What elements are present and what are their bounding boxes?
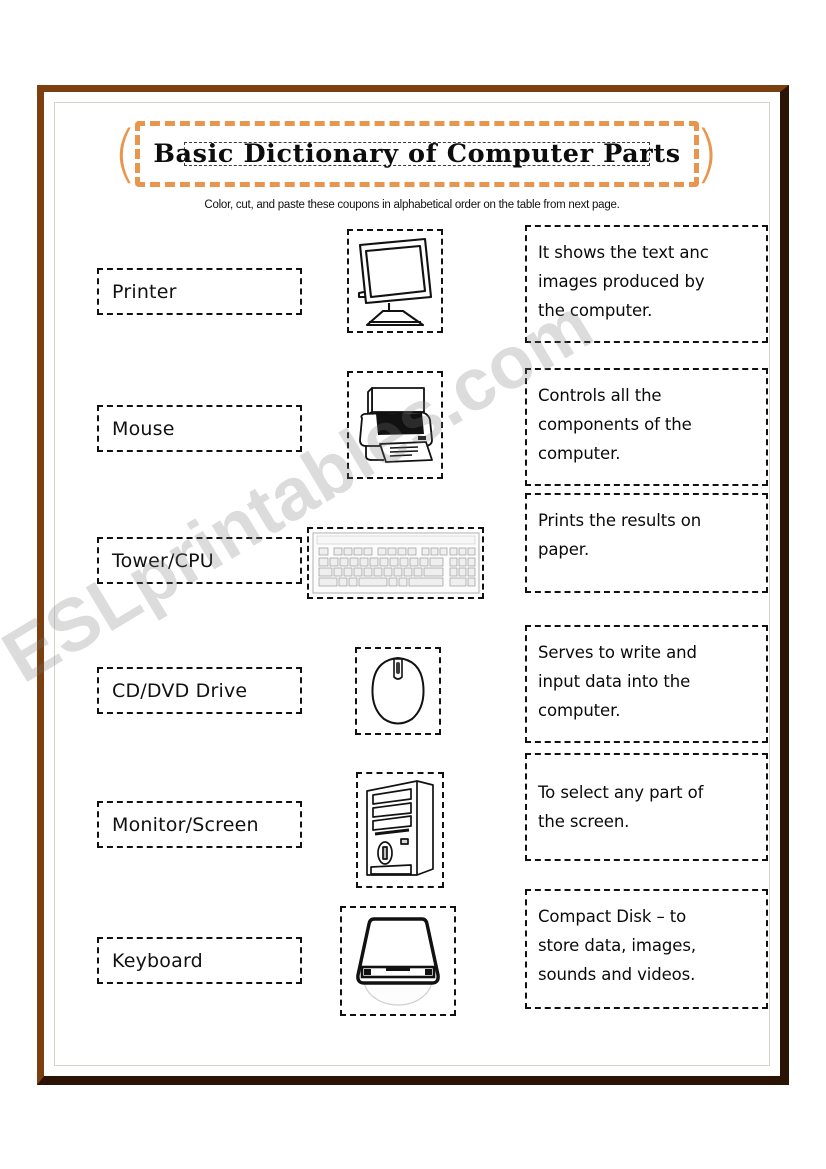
- definition-line: computer.: [538, 701, 621, 720]
- definition-line: the computer.: [538, 301, 653, 320]
- definition-line: To select any part of: [538, 783, 704, 802]
- word-coupon-label: Mouse: [112, 417, 175, 440]
- definition-line: Prints the results on: [538, 511, 702, 530]
- definition-line: input data into the: [538, 672, 691, 691]
- definition-line: images produced by: [538, 272, 705, 291]
- definition-coupon[interactable]: Serves to write and input data into the …: [525, 625, 768, 743]
- definition-line: It shows the text anc: [538, 243, 709, 262]
- instructions-text: Color, cut, and paste these coupons in a…: [204, 199, 620, 211]
- word-coupon[interactable]: Monitor/Screen: [97, 801, 302, 848]
- word-coupon[interactable]: Tower/CPU: [97, 537, 302, 584]
- definition-line: components of the: [538, 415, 692, 434]
- picture-coupon-printer[interactable]: [347, 371, 443, 479]
- page-title: Basic Dictionary of Computer Parts: [153, 139, 681, 169]
- definition-line: Compact Disk – to: [538, 907, 687, 926]
- picture-coupon-keyboard[interactable]: [307, 527, 484, 599]
- definition-coupon[interactable]: To select any part of the screen.: [525, 753, 768, 861]
- picture-coupon-tower[interactable]: [356, 772, 444, 888]
- left-parenthesis-decoration: (: [113, 117, 138, 190]
- monitor-icon: [357, 237, 433, 327]
- worksheet-page-frame: ( ) Basic Dictionary of Computer Parts C…: [37, 85, 789, 1085]
- picture-coupon-mouse[interactable]: [355, 647, 441, 735]
- picture-coupon-cd-drive[interactable]: [340, 906, 456, 1016]
- keyboard-icon: [311, 532, 480, 594]
- coupon-row: Keyboard Compact Disk – to store data, i…: [55, 889, 769, 1023]
- definition-line: Serves to write and: [538, 643, 697, 662]
- definition-coupon[interactable]: Prints the results on paper.: [525, 493, 768, 593]
- word-coupon[interactable]: Keyboard: [97, 937, 302, 984]
- coupon-row: Tower/CPU Prints the results on paper.: [55, 493, 769, 627]
- definition-line: sounds and videos.: [538, 965, 696, 984]
- coupon-row: CD/DVD Drive Serves to write and input d…: [55, 621, 769, 755]
- definition-coupon[interactable]: Compact Disk – to store data, images, so…: [525, 889, 768, 1009]
- mouse-icon: [371, 656, 425, 725]
- printer-icon: [359, 387, 433, 463]
- definition-coupon[interactable]: It shows the text anc images produced by…: [525, 225, 768, 343]
- tower-icon: [366, 780, 434, 876]
- definition-line: Controls all the: [538, 386, 662, 405]
- picture-coupon-monitor[interactable]: [347, 229, 443, 333]
- coupon-row: Printer It shows the text anc images pro…: [55, 225, 769, 359]
- definition-line: store data, images,: [538, 936, 696, 955]
- coupon-row: Monitor/Screen To select any part of the…: [55, 753, 769, 888]
- worksheet-page: ( ) Basic Dictionary of Computer Parts C…: [54, 102, 770, 1066]
- word-coupon-label: Keyboard: [112, 949, 203, 972]
- worksheet-header: ( ) Basic Dictionary of Computer Parts: [107, 115, 727, 193]
- title-dashed-border: Basic Dictionary of Computer Parts: [135, 121, 699, 187]
- word-coupon[interactable]: Mouse: [97, 405, 302, 452]
- word-coupon-label: Monitor/Screen: [112, 813, 259, 836]
- word-coupon-label: Tower/CPU: [112, 549, 214, 572]
- definition-coupon[interactable]: Controls all the components of the compu…: [525, 368, 768, 486]
- coupon-row: Mouse Controls all the components of the…: [55, 359, 769, 493]
- definition-line: the screen.: [538, 812, 630, 831]
- coupon-grid: Printer It shows the text anc images pro…: [55, 225, 769, 1065]
- word-coupon[interactable]: Printer: [97, 268, 302, 315]
- word-coupon-label: Printer: [112, 280, 177, 303]
- definition-line: paper.: [538, 540, 590, 559]
- definition-line: computer.: [538, 444, 621, 463]
- title-inner-border: Basic Dictionary of Computer Parts: [153, 139, 680, 169]
- word-coupon[interactable]: CD/DVD Drive: [97, 667, 302, 714]
- cd-drive-icon: [356, 917, 440, 1006]
- word-coupon-label: CD/DVD Drive: [112, 679, 248, 702]
